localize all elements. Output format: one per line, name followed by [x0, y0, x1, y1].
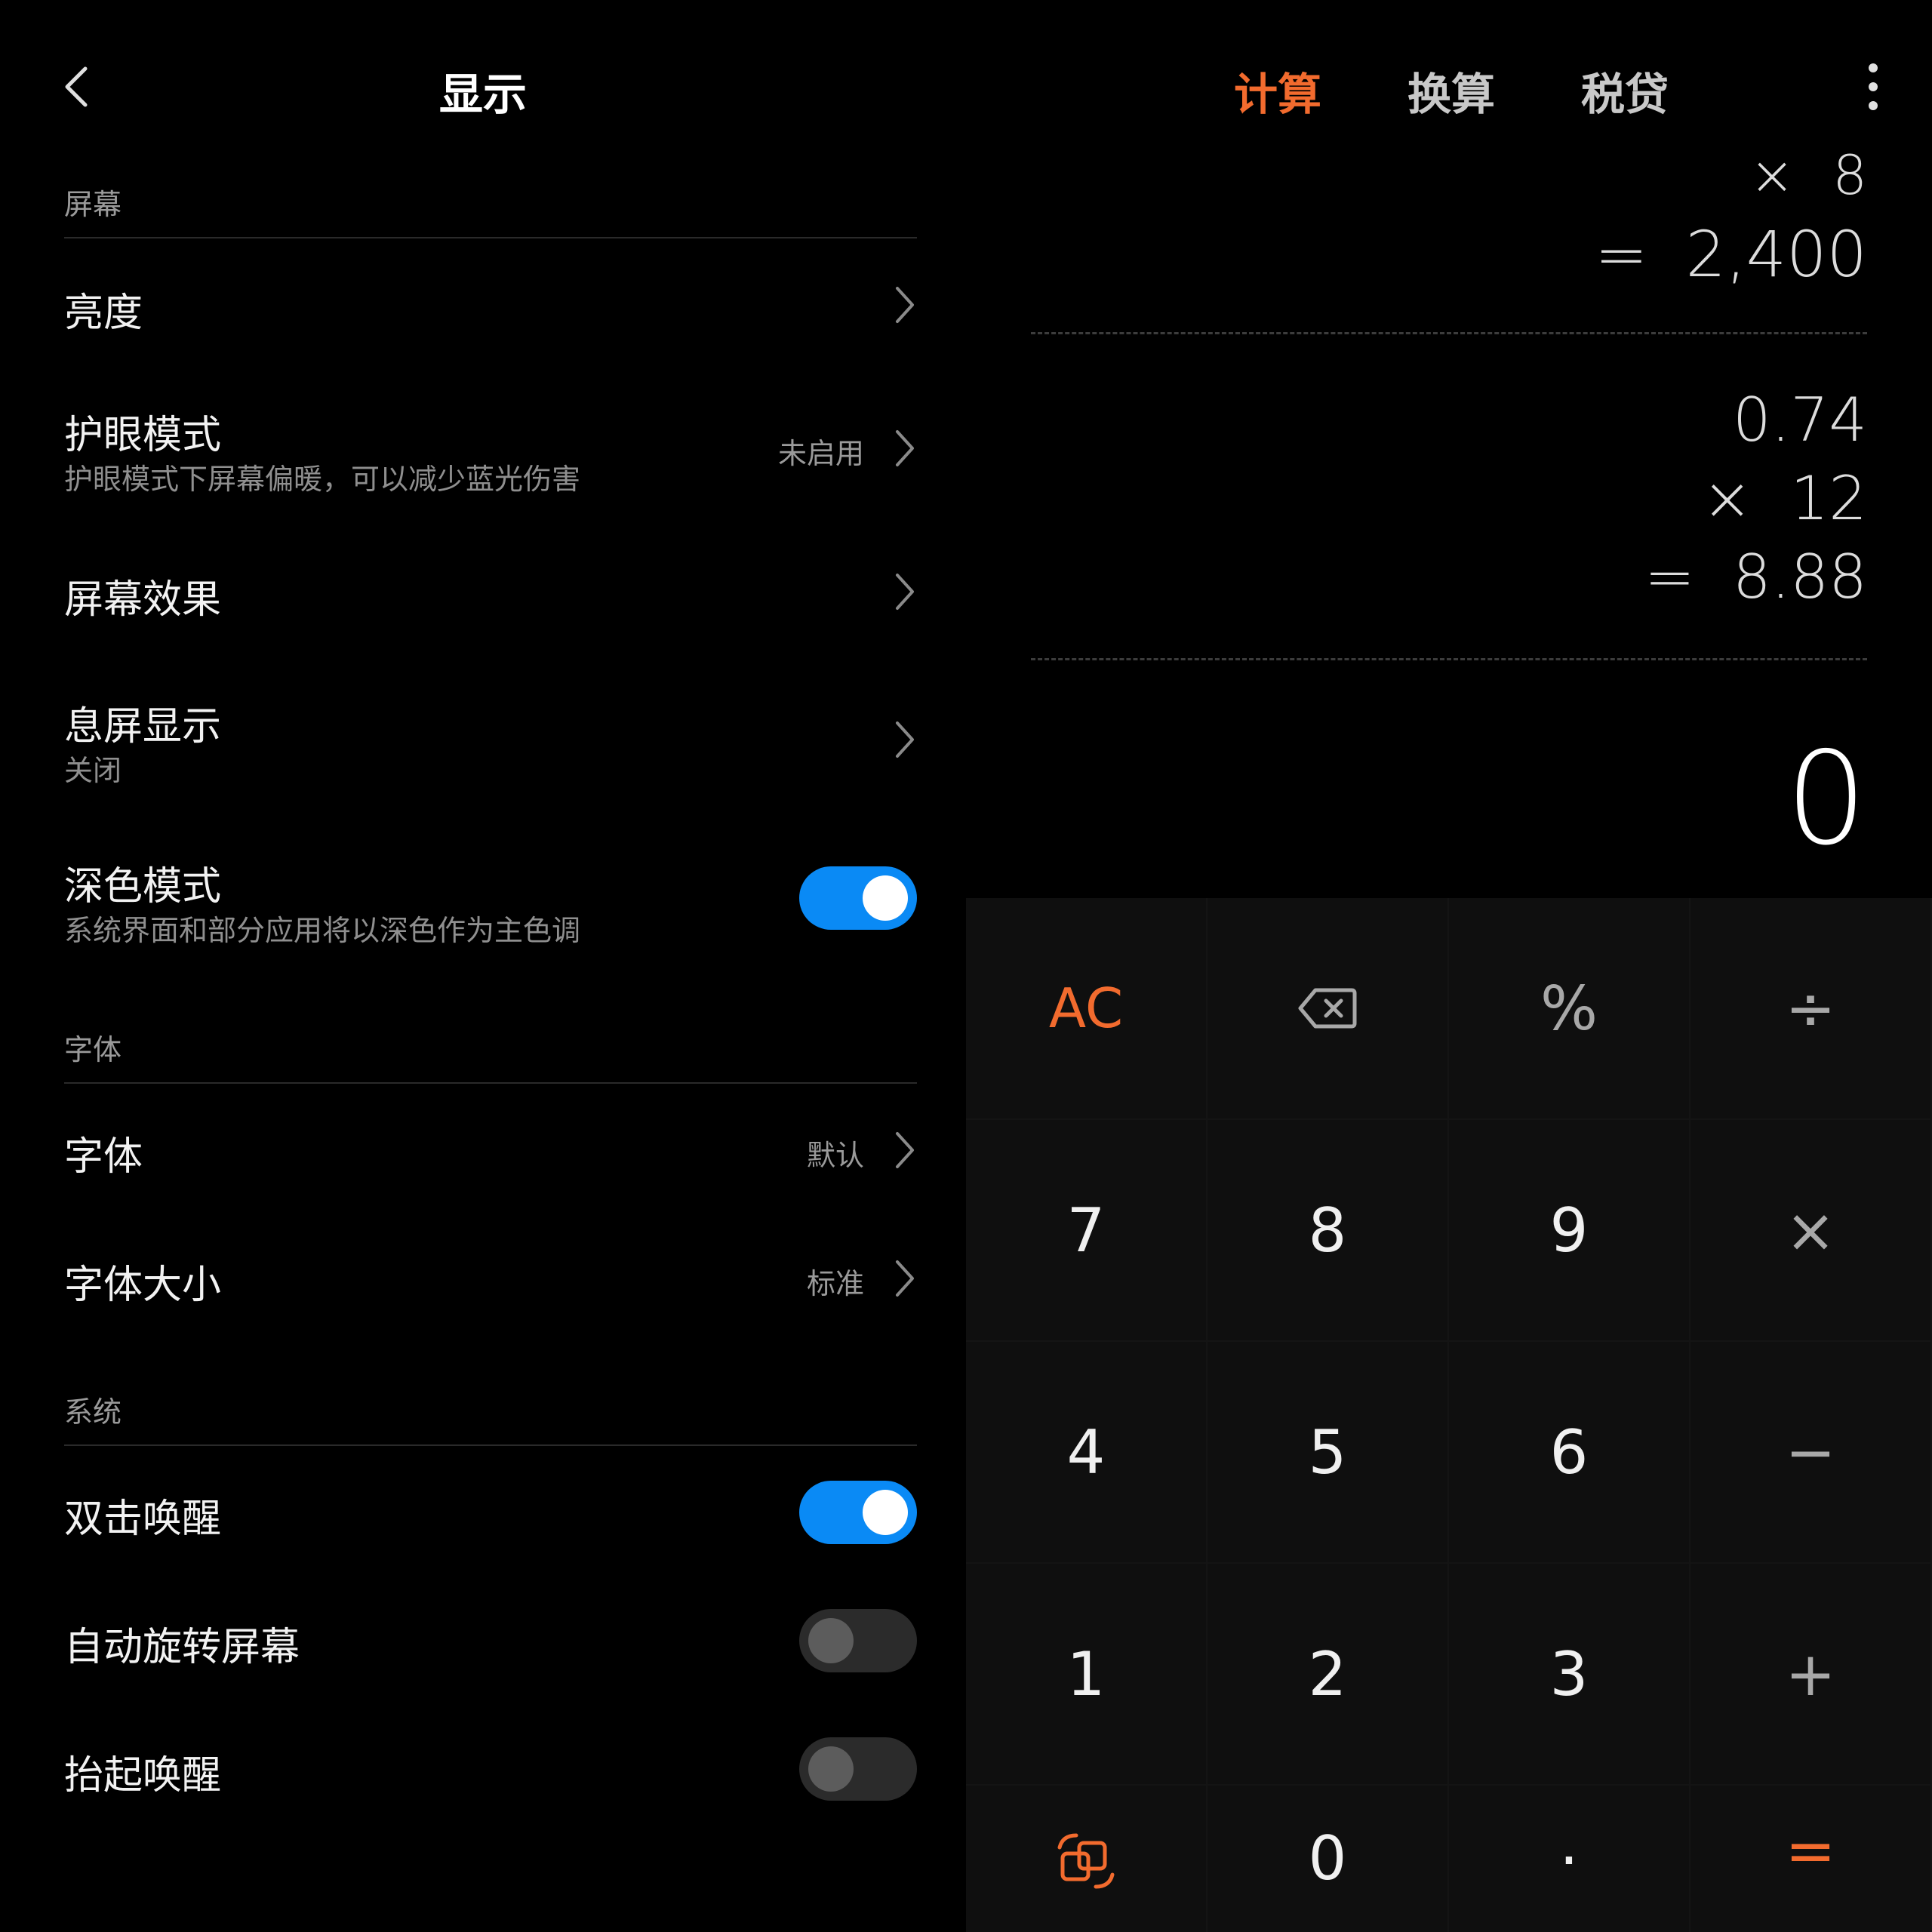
item-subtitle: 护眼模式下屏幕偏暖，可以减少蓝光伤害: [64, 463, 581, 496]
history-operator: =: [1644, 542, 1695, 612]
item-title: 字体大小: [64, 1263, 222, 1308]
chevron-right-icon: [896, 1260, 914, 1297]
main-display: 0: [1785, 724, 1867, 874]
history-value: 8: [1832, 143, 1867, 207]
history-line: = 8.88: [1644, 542, 1867, 612]
history-separator: [1031, 332, 1867, 334]
section-header-font: 字体: [64, 1033, 122, 1066]
mode-switch-button[interactable]: [966, 1786, 1206, 1932]
page-title: 显示: [438, 69, 527, 120]
item-value: 未启用: [777, 437, 864, 470]
digit-1-button[interactable]: 1: [966, 1564, 1206, 1784]
digit-6-button[interactable]: 6: [1449, 1342, 1689, 1562]
history-value: 12: [1790, 463, 1867, 534]
equals-button[interactable]: =: [1690, 1786, 1930, 1932]
digit-8-button[interactable]: 8: [1208, 1120, 1447, 1340]
item-subtitle: 关闭: [64, 754, 122, 787]
digit-5-button[interactable]: 5: [1208, 1342, 1447, 1562]
history-value: 8.88: [1732, 542, 1867, 612]
item-value: 默认: [806, 1139, 864, 1172]
item-title: 双击唤醒: [64, 1497, 222, 1542]
settings-item-font[interactable]: 字体 默认: [64, 1102, 917, 1200]
item-title: 深色模式: [64, 864, 222, 909]
chevron-right-icon: [896, 1132, 914, 1168]
history-value: 0.74: [1732, 385, 1867, 455]
dark-mode-toggle[interactable]: [799, 866, 917, 930]
toggle-knob: [863, 1490, 908, 1535]
divider: [64, 1444, 917, 1446]
history-operator: ×: [1702, 463, 1753, 534]
item-title: 息屏显示: [64, 704, 222, 749]
settings-item-dark-mode: 深色模式 系统界面和部分应用将以深色作为主色调: [64, 838, 917, 958]
digit-0-button[interactable]: 0: [1208, 1786, 1447, 1932]
section-header-screen: 屏幕: [64, 188, 122, 221]
switch-mode-icon: [1057, 1833, 1115, 1889]
digit-3-button[interactable]: 3: [1449, 1564, 1689, 1784]
tab-convert[interactable]: 换算: [1407, 59, 1495, 122]
settings-item-lift-to-wake: 抬起唤醒: [64, 1721, 917, 1819]
section-header-system: 系统: [64, 1395, 122, 1429]
digit-9-button[interactable]: 9: [1449, 1120, 1689, 1340]
more-options-button[interactable]: [1850, 60, 1896, 113]
item-title: 自动旋转屏幕: [64, 1625, 300, 1670]
backspace-button[interactable]: [1208, 898, 1447, 1118]
digit-4-button[interactable]: 4: [966, 1342, 1206, 1562]
toggle-knob: [808, 1618, 854, 1663]
settings-item-brightness[interactable]: 亮度: [64, 257, 917, 355]
history-operator: =: [1595, 217, 1648, 291]
minus-button[interactable]: −: [1690, 1342, 1930, 1562]
decimal-button[interactable]: .: [1449, 1786, 1689, 1932]
history-line: × 8: [1749, 143, 1867, 207]
settings-item-screen-effect[interactable]: 屏幕效果: [64, 543, 917, 641]
settings-item-font-size[interactable]: 字体大小 标准: [64, 1230, 917, 1328]
lift-to-wake-toggle[interactable]: [799, 1737, 917, 1801]
chevron-right-icon: [896, 287, 914, 323]
item-title: 护眼模式: [64, 413, 222, 458]
history-value: 2,400: [1685, 217, 1867, 291]
item-value: 标准: [806, 1267, 864, 1300]
keypad: AC % ÷ 7 8 9 × 4 5 6 − 1 2 3 + 0 . =: [966, 898, 1932, 1932]
more-vertical-icon: [1869, 63, 1878, 110]
settings-item-eye-care[interactable]: 护眼模式 护眼模式下屏幕偏暖，可以减少蓝光伤害 未启用: [64, 392, 917, 506]
item-title: 屏幕效果: [64, 577, 222, 623]
clear-button[interactable]: AC: [966, 898, 1206, 1118]
item-subtitle: 系统界面和部分应用将以深色作为主色调: [64, 914, 581, 947]
history-separator: [1031, 658, 1867, 660]
toggle-knob: [863, 875, 908, 921]
tab-calculate[interactable]: 计算: [1234, 59, 1321, 122]
digit-7-button[interactable]: 7: [966, 1120, 1206, 1340]
plus-button[interactable]: +: [1690, 1564, 1930, 1784]
chevron-right-icon: [896, 430, 914, 466]
chevron-right-icon: [896, 721, 914, 758]
divider: [64, 237, 917, 238]
history-line: × 12: [1702, 463, 1867, 534]
divider: [64, 1082, 917, 1084]
item-title: 抬起唤醒: [64, 1753, 222, 1798]
percent-button[interactable]: %: [1449, 898, 1689, 1118]
tab-tax-loan[interactable]: 税贷: [1581, 59, 1669, 122]
digit-2-button[interactable]: 2: [1208, 1564, 1447, 1784]
history-line: 0.74: [1733, 385, 1867, 455]
settings-item-auto-rotate: 自动旋转屏幕: [64, 1592, 917, 1690]
settings-item-always-on-display[interactable]: 息屏显示 关闭: [64, 679, 917, 800]
history-operator: ×: [1749, 143, 1795, 207]
backspace-icon: [1298, 988, 1357, 1029]
history-line: = 2,400: [1595, 217, 1867, 291]
auto-rotate-toggle[interactable]: [799, 1609, 917, 1672]
double-tap-wake-toggle[interactable]: [799, 1481, 917, 1544]
chevron-right-icon: [896, 574, 914, 610]
multiply-button[interactable]: ×: [1690, 1120, 1930, 1340]
display-settings-panel: 显示 屏幕 亮度 护眼模式 护眼模式下屏幕偏暖，可以减少蓝光伤害 未启用 屏幕效…: [0, 0, 966, 1932]
item-title: 亮度: [64, 291, 143, 336]
calculator-panel: 计算 换算 税贷 × 8 = 2,400 0.74 × 12 = 8.88 0 AC: [966, 0, 1932, 1932]
toggle-knob: [808, 1746, 854, 1792]
settings-item-double-tap-wake: 双击唤醒: [64, 1464, 917, 1562]
divide-button[interactable]: ÷: [1690, 898, 1930, 1118]
item-title: 字体: [64, 1134, 143, 1180]
